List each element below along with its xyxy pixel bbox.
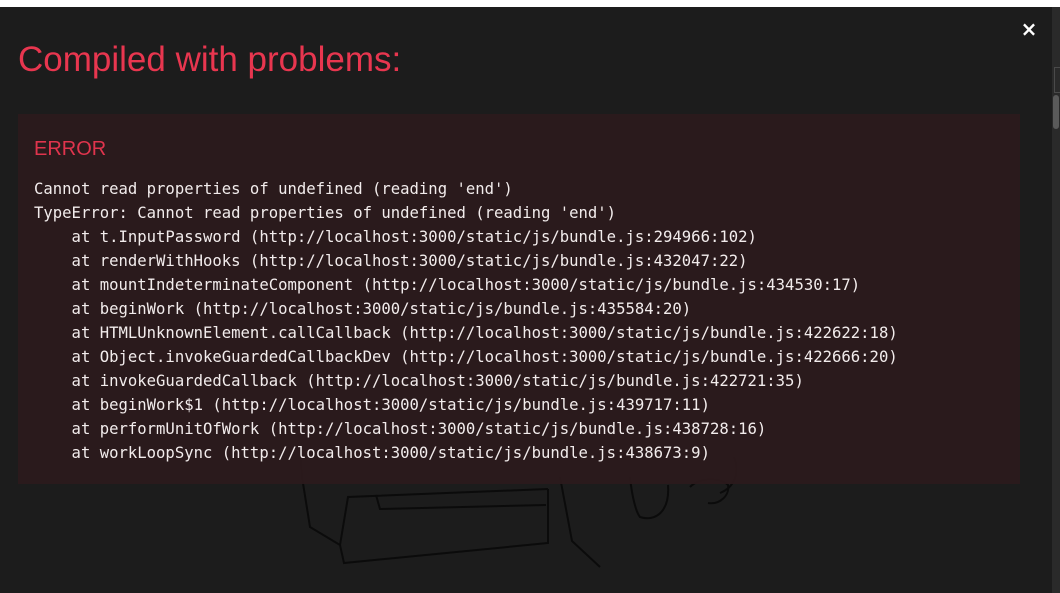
stack-line: at beginWork$1 (http://localhost:3000/st… xyxy=(34,396,710,414)
stack-line: at HTMLUnknownElement.callCallback (http… xyxy=(34,324,898,342)
stack-line: at performUnitOfWork (http://localhost:3… xyxy=(34,420,767,438)
stack-line: at mountIndeterminateComponent (http://l… xyxy=(34,276,861,294)
error-label: ERROR xyxy=(34,138,107,160)
stack-line: at invokeGuardedCallback (http://localho… xyxy=(34,372,804,390)
stack-line: at renderWithHooks (http://localhost:300… xyxy=(34,252,748,270)
error-panel: ERROR Cannot read properties of undefine… xyxy=(18,114,1020,484)
stack-line: at beginWork (http://localhost:3000/stat… xyxy=(34,300,692,318)
error-overlay: × Compiled with problems: ERROR Cannot r… xyxy=(0,7,1052,593)
error-message: Cannot read properties of undefined (rea… xyxy=(34,180,513,198)
page-title: Compiled with problems: xyxy=(18,40,402,79)
close-button[interactable]: × xyxy=(1020,19,1038,39)
stack-line: TypeError: Cannot read properties of und… xyxy=(34,204,617,222)
scrollbar-edge xyxy=(1054,67,1060,93)
error-stack-trace: Cannot read properties of undefined (rea… xyxy=(34,177,898,465)
stack-line: at t.InputPassword (http://localhost:300… xyxy=(34,228,757,246)
scrollbar-thumb[interactable] xyxy=(1053,95,1059,129)
page-scrollbar[interactable] xyxy=(1052,7,1060,593)
stack-line: at workLoopSync (http://localhost:3000/s… xyxy=(34,444,710,462)
stack-line: at Object.invokeGuardedCallbackDev (http… xyxy=(34,348,898,366)
